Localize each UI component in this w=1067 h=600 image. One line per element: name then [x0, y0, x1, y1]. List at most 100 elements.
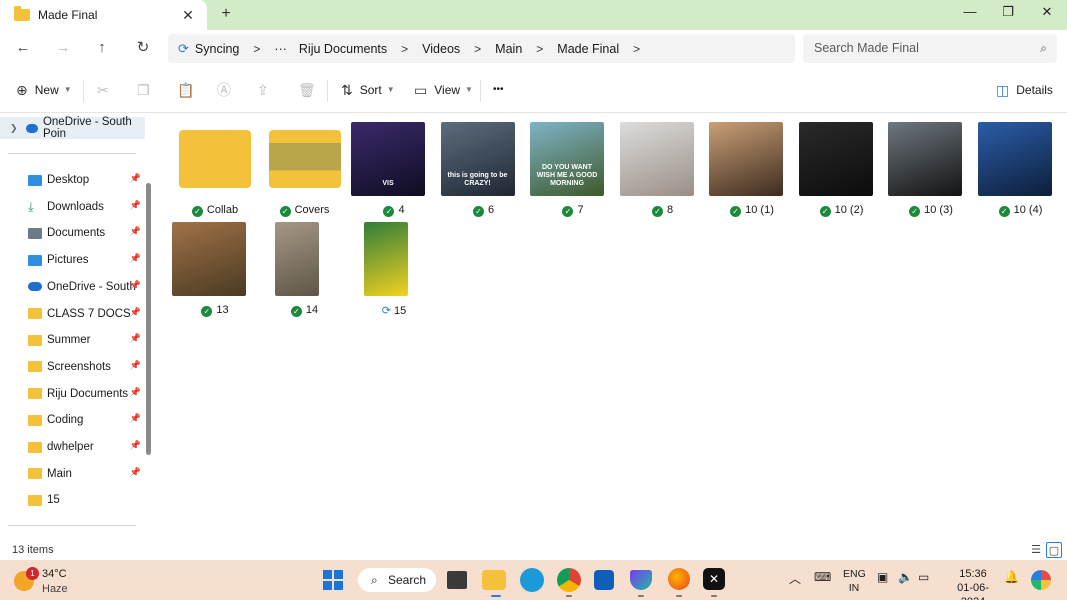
file-item[interactable]: this is going to be CRAZY! ✓ 6 [434, 118, 534, 217]
battery-icon[interactable]: ▭ [918, 570, 929, 584]
search-input[interactable]: Search Made Final ⌕ [803, 34, 1057, 63]
chevron-up-icon[interactable]: ︿ [789, 570, 801, 587]
sidebar-item-screenshots[interactable]: Screenshots 📌 [0, 355, 145, 379]
file-item[interactable]: ✓ 10 (3) [881, 118, 981, 217]
rename-button[interactable]: Ⓐ [217, 78, 238, 102]
refresh-icon[interactable]: ↻ [130, 36, 156, 60]
sync-icon: ⟳ [178, 40, 189, 56]
chevron-right-icon[interactable]: > [536, 42, 543, 56]
sort-button[interactable]: ⇅ Sort ▼ [341, 78, 395, 102]
file-item[interactable]: ✓ 13 [165, 218, 265, 317]
firefox-icon[interactable] [668, 568, 690, 590]
maximize-button[interactable]: ❐ [988, 0, 1028, 26]
status-bar: 13 items ☰ ▢ [0, 540, 1067, 560]
view-button[interactable]: ▭ View ▼ [414, 78, 473, 102]
breadcrumb-videos[interactable]: Videos [422, 42, 460, 56]
file-item[interactable]: ⟳ 15 [344, 218, 444, 317]
sidebar-item-summer[interactable]: Summer 📌 [0, 328, 145, 352]
folder-item[interactable]: ✓ Collab [165, 118, 265, 217]
sidebar-item-label: Desktop [47, 174, 90, 186]
forward-arrow-icon[interactable]: → [50, 36, 76, 60]
region-code: IN [848, 582, 860, 594]
desktop-icon [28, 174, 42, 186]
sidebar-item-documents[interactable]: Documents 📌 [0, 221, 145, 245]
file-view[interactable]: ✓ Collab ✓ Covers VIS ✓ 4 this is going to be C… [158, 113, 1067, 540]
weather-widget[interactable]: 1 34°C Haze [14, 565, 94, 595]
language-indicator[interactable]: ENG IN [843, 567, 866, 595]
breadcrumb-main[interactable]: Main [495, 42, 522, 56]
breadcrumb-riju-documents[interactable]: Riju Documents [299, 42, 387, 56]
details-view-icon[interactable]: ☰ [1028, 542, 1044, 558]
sidebar-item-onedrive-root[interactable]: ❯ OneDrive - South Poin [0, 116, 145, 140]
sidebar-item-main[interactable]: Main 📌 [0, 462, 145, 486]
display-icon[interactable]: ▣ [877, 570, 888, 584]
chevron-right-icon[interactable]: > [474, 42, 481, 56]
start-button[interactable] [321, 568, 345, 592]
sidebar-item-onedrive-south-p[interactable]: OneDrive - South P 📌 [0, 275, 145, 299]
file-explorer-icon[interactable] [482, 570, 506, 590]
chevron-right-icon[interactable]: ❯ [10, 123, 18, 134]
delete-button[interactable]: 🗑 [298, 78, 323, 102]
chevron-right-icon[interactable]: > [633, 42, 640, 56]
synced-check-icon: ✓ [191, 206, 203, 217]
breadcrumb-overflow[interactable]: ··· [274, 42, 287, 56]
share-button[interactable]: ⇪ [257, 78, 276, 102]
store-icon[interactable] [594, 570, 614, 590]
minimize-button[interactable]: — [950, 0, 990, 26]
speaker-icon[interactable]: 🔈 [898, 570, 913, 584]
breadcrumb-made-final[interactable]: Made Final [557, 42, 619, 56]
taskbar-search[interactable]: ⌕ Search [358, 568, 436, 592]
file-item[interactable]: DO YOU WANT WISH ME A GOOD MORNING ✓ 7 [523, 118, 623, 217]
details-button[interactable]: ◫ Details [996, 78, 1053, 102]
thumbnail-caption: DO YOU WANT WISH ME A GOOD MORNING [536, 164, 598, 187]
bell-icon[interactable]: 🔔 [1004, 570, 1019, 584]
more-options-button[interactable]: ••• [493, 78, 504, 102]
vpn-shield-icon[interactable] [630, 570, 652, 590]
file-item[interactable]: ✓ 10 (4) [971, 118, 1067, 217]
file-item[interactable]: VIS ✓ 4 [344, 118, 444, 217]
chevron-right-icon[interactable]: > [401, 42, 408, 56]
task-view-icon[interactable] [447, 571, 467, 589]
file-item[interactable]: ✓ 14 [255, 218, 355, 317]
copilot-icon[interactable] [1031, 570, 1051, 590]
sidebar-item-15[interactable]: 15 [0, 488, 145, 512]
sync-status-label[interactable]: Syncing [195, 42, 239, 56]
capcut-icon[interactable]: ✕ [703, 568, 725, 590]
sidebar-item-riju-documents[interactable]: Riju Documents 📌 [0, 382, 145, 406]
tab-made-final[interactable]: Made Final ✕ [0, 0, 207, 30]
sidebar-item-desktop[interactable]: Desktop 📌 [0, 168, 145, 192]
up-arrow-icon[interactable]: ↑ [89, 36, 115, 60]
cut-button[interactable]: ✂ [97, 78, 116, 102]
large-icons-view-icon[interactable]: ▢ [1046, 542, 1062, 558]
breadcrumb[interactable]: ⟳ Syncing > ··· Riju Documents > Videos … [168, 34, 795, 63]
clock[interactable]: 15:36 01-06-2024 [945, 567, 1001, 600]
sidebar-item-dwhelper[interactable]: dwhelper 📌 [0, 435, 145, 459]
close-window-button[interactable]: ✕ [1027, 0, 1067, 26]
pin-icon: 📌 [129, 253, 141, 264]
edge-icon[interactable] [520, 568, 544, 592]
chevron-down-icon: ▼ [63, 85, 72, 94]
synced-check-icon: ✓ [730, 206, 742, 217]
sidebar-item-pictures[interactable]: Pictures 📌 [0, 248, 145, 272]
sidebar-item-class-7-docs[interactable]: CLASS 7 DOCS 📌 [0, 302, 145, 326]
new-button[interactable]: ⊕ New ▼ [16, 78, 72, 102]
file-item[interactable]: ✓ 8 [613, 118, 713, 217]
sidebar-item-downloads[interactable]: ⤓ Downloads 📌 [0, 195, 145, 219]
keyboard-icon[interactable]: ⌨ [814, 570, 831, 584]
sidebar-scrollbar[interactable] [146, 183, 151, 455]
navigation-pane[interactable]: ❯ OneDrive - South Poin Desktop 📌 ⤓ Downloa… [0, 113, 158, 540]
folder-item[interactable]: ✓ Covers [255, 118, 355, 217]
divider [8, 525, 136, 526]
file-item[interactable]: ✓ 10 (1) [702, 118, 802, 217]
close-tab-icon[interactable]: ✕ [177, 7, 199, 24]
paste-button[interactable]: 📋 [177, 78, 201, 102]
chrome-icon[interactable] [557, 568, 581, 592]
new-tab-button[interactable]: + [216, 4, 236, 24]
chevron-right-icon[interactable]: > [253, 42, 260, 56]
copy-button[interactable]: ❐ [137, 78, 157, 102]
file-item[interactable]: ✓ 10 (2) [792, 118, 892, 217]
back-arrow-icon[interactable]: ← [10, 36, 36, 60]
folder-icon [14, 6, 30, 21]
chevron-down-icon: ▼ [386, 85, 395, 94]
sidebar-item-coding[interactable]: Coding 📌 [0, 408, 145, 432]
